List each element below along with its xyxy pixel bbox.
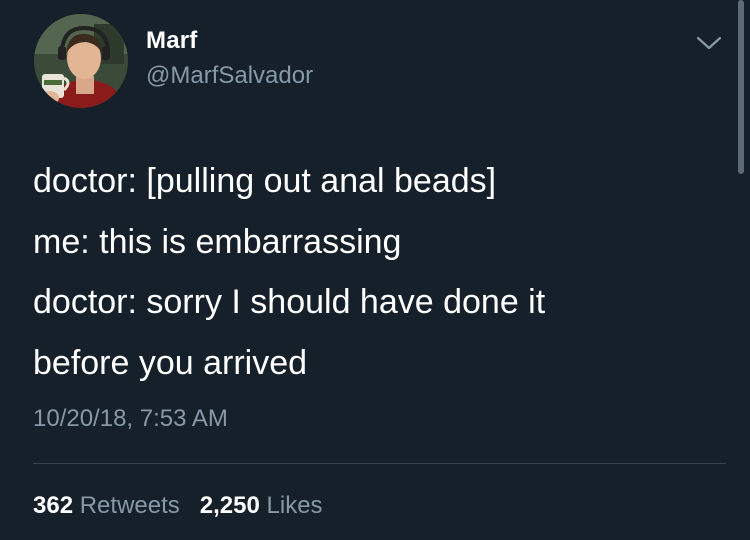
avatar[interactable]: [34, 14, 128, 108]
display-name[interactable]: Marf: [146, 27, 197, 55]
tweet-text-line: doctor: sorry I should have done it: [33, 283, 546, 321]
tweet-stats: 362 Retweets 2,250 Likes: [33, 492, 323, 520]
retweets-count: 362: [33, 492, 74, 519]
scrollbar[interactable]: [738, 0, 744, 174]
tweet-card: Marf @MarfSalvador doctor: [pulling out …: [0, 0, 750, 540]
divider: [33, 463, 726, 464]
retweets-stat[interactable]: 362 Retweets: [33, 492, 186, 519]
tweet-timestamp[interactable]: 10/20/18, 7:53 AM: [33, 405, 228, 433]
tweet-text: doctor: [pulling out anal beads] me: thi…: [33, 151, 723, 393]
tweet-text-line: me: this is embarrassing: [33, 222, 402, 261]
username-handle[interactable]: @MarfSalvador: [146, 62, 313, 90]
tweet-text-line: before you arrived: [33, 343, 308, 382]
likes-stat[interactable]: 2,250 Likes: [200, 492, 323, 519]
tweet-text-line: doctor: [pulling out anal beads]: [33, 162, 497, 200]
retweets-label: Retweets: [79, 492, 180, 519]
avatar-image: [34, 14, 128, 108]
likes-label: Likes: [266, 492, 323, 519]
chevron-down-icon[interactable]: [695, 33, 723, 53]
likes-count: 2,250: [199, 492, 260, 519]
